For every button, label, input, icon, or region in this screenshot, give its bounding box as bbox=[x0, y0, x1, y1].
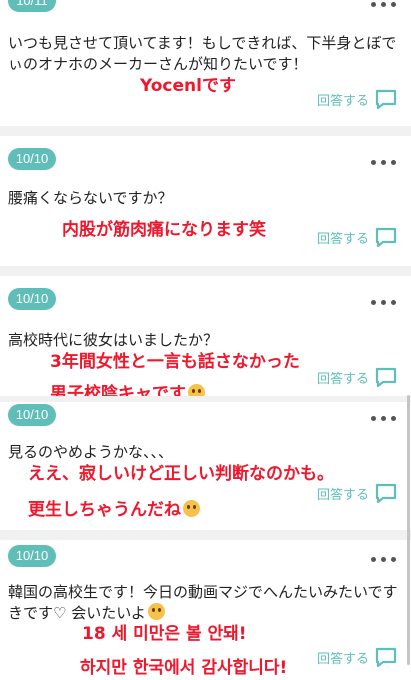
speech-bubble-icon bbox=[375, 367, 397, 388]
overlay-caption: ええ、寂しいけど正しい判断なのかも。 bbox=[28, 464, 334, 484]
overlay-caption: Yocenlです bbox=[140, 76, 236, 96]
overlay-caption-text: 更生しちゃうんだね bbox=[28, 500, 181, 520]
answer-label: 回答する bbox=[316, 651, 369, 667]
overlay-caption: 男子校陰キャです bbox=[50, 382, 205, 396]
post-card: 10/11 いつも見させて頂いてます！もしできれば、下半身とぼでぃのオナホのメー… bbox=[0, 0, 411, 126]
overlay-caption: 18 세 미만은 볼 안돼! bbox=[82, 624, 247, 644]
post-card: 10/10 見るのやめようかな、、、 ええ、寂しいけど正しい判断なのかも。 更生… bbox=[0, 402, 411, 530]
more-horizontal-icon[interactable] bbox=[371, 298, 397, 308]
answer-button[interactable]: 回答する bbox=[317, 224, 397, 250]
overlay-caption: 하지만 한국에서 감사합니다! bbox=[80, 658, 288, 678]
overlay-caption: 内股が筋肉痛になります笑 bbox=[62, 220, 266, 240]
date-badge: 10/10 bbox=[8, 148, 56, 170]
answer-label: 回答する bbox=[316, 487, 369, 503]
date-badge: 10/10 bbox=[8, 288, 56, 310]
answer-label: 回答する bbox=[316, 231, 369, 247]
emoji-icon bbox=[188, 384, 205, 396]
question-text: 高校時代に彼女はいましたか？ bbox=[8, 331, 219, 349]
date-badge: 10/10 bbox=[8, 545, 56, 567]
overlay-caption: 3年間女性と一言も話さなかった bbox=[50, 352, 300, 372]
date-badge: 10/10 bbox=[8, 404, 56, 426]
post-card: 10/10 韓国の高校生です！今日の動画マジでへんたいみたいですきです♡ 会いた… bbox=[0, 540, 411, 680]
more-horizontal-icon[interactable] bbox=[371, 555, 397, 565]
speech-bubble-icon bbox=[375, 89, 397, 110]
answer-button[interactable]: 回答する bbox=[317, 480, 397, 506]
post-card: 10/10 腰痛くならないですか？ 内股が筋肉痛になります笑 回答する bbox=[0, 136, 411, 266]
question-text: 韓国の高校生です！今日の動画マジでへんたいみたいですきです♡ 会いたいよ bbox=[8, 582, 399, 624]
speech-bubble-icon bbox=[375, 483, 397, 504]
answer-button[interactable]: 回答する bbox=[317, 364, 397, 390]
question-text-body: 韓国の高校生です！今日の動画マジでへんたいみたいですきです♡ 会いたいよ bbox=[8, 583, 398, 622]
speech-bubble-icon bbox=[375, 227, 397, 248]
answer-button[interactable]: 回答する bbox=[317, 644, 397, 670]
more-horizontal-icon[interactable] bbox=[371, 414, 397, 424]
date-badge: 10/11 bbox=[8, 0, 56, 12]
more-horizontal-icon[interactable] bbox=[371, 158, 397, 168]
answer-label: 回答する bbox=[316, 93, 369, 109]
question-text: いつも見させて頂いてます！もしできれば、下半身とぼでぃのオナホのメーカーさんが知… bbox=[8, 34, 397, 73]
question-text: 腰痛くならないですか？ bbox=[8, 189, 173, 207]
scrollbar[interactable] bbox=[407, 395, 410, 665]
more-horizontal-icon[interactable] bbox=[371, 0, 397, 10]
post-card: 10/10 高校時代に彼女はいましたか？ 3年間女性と一言も話さなかった 男子校… bbox=[0, 276, 411, 396]
question-text: 見るのやめようかな、、、 bbox=[8, 443, 174, 461]
emoji-icon bbox=[147, 603, 165, 620]
overlay-caption: 更生しちゃうんだね bbox=[28, 498, 200, 522]
emoji-icon bbox=[183, 500, 200, 517]
speech-bubble-icon bbox=[375, 647, 397, 668]
overlay-caption-text: 男子校陰キャです bbox=[50, 384, 186, 396]
answer-label: 回答する bbox=[316, 371, 369, 387]
answer-button[interactable]: 回答する bbox=[317, 86, 397, 112]
